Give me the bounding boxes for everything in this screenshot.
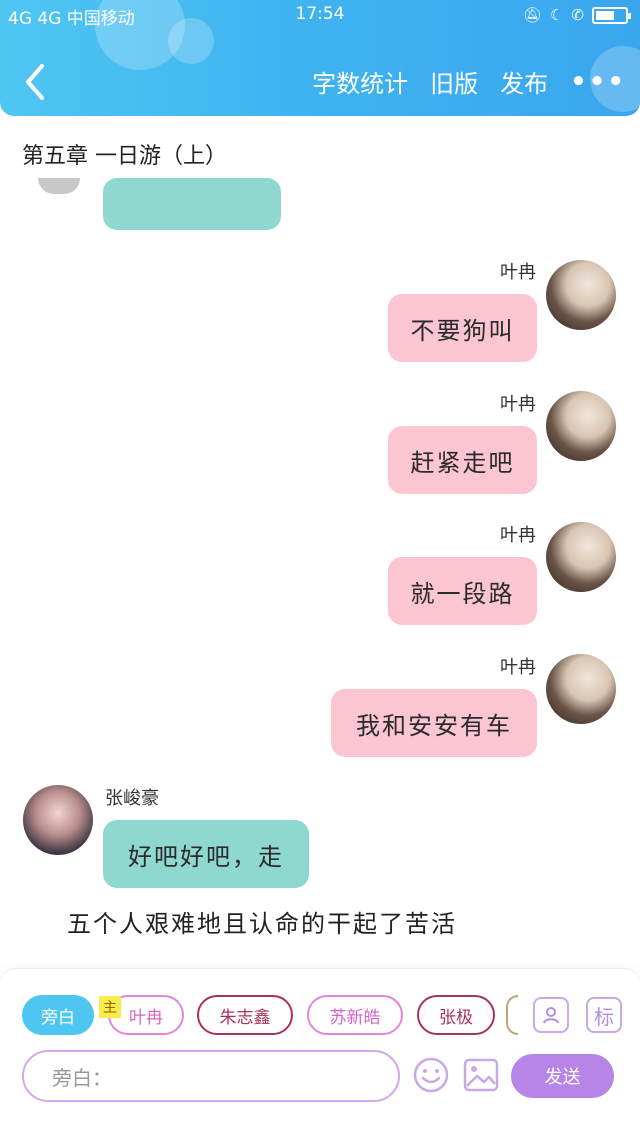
status-bar: 4G 4G 中国移动 17:54 🔕︎ ☾ ✆ [0, 0, 640, 32]
host-badge: 主 [99, 996, 121, 1018]
word-count-button[interactable]: 字数统计 [312, 64, 408, 99]
role-chip-zhangji[interactable]: 张极 [417, 995, 495, 1035]
person-card-icon[interactable] [533, 997, 569, 1033]
mute-icon: 🔕︎ [522, 6, 542, 24]
header-actions: 字数统计 旧版 发布 ••• [312, 64, 626, 99]
image-icon [463, 1058, 499, 1092]
more-menu-button[interactable]: ••• [570, 67, 626, 97]
message-bubble[interactable]: 赶紧走吧 [388, 426, 537, 494]
top-header: 4G 4G 中国移动 17:54 🔕︎ ☾ ✆ 字数统计 旧版 发布 ••• [0, 0, 640, 116]
chapter-title: 第五章 一日游（上） [22, 144, 227, 169]
message-bubble-partial [103, 178, 281, 230]
avatar[interactable] [546, 260, 616, 330]
avatar[interactable] [546, 522, 616, 592]
avatar[interactable] [23, 785, 93, 855]
battery-icon [592, 6, 631, 24]
emoji-button[interactable] [412, 1056, 450, 1094]
avatar[interactable] [546, 654, 616, 724]
publish-button[interactable]: 发布 [500, 64, 548, 99]
narration-text[interactable]: 五个人艰难地且认命的干起了苦活 [67, 904, 457, 939]
message-bubble[interactable]: 不要狗叫 [388, 294, 537, 362]
old-version-button[interactable]: 旧版 [430, 64, 478, 99]
status-icons: 🔕︎ ☾ ✆ [522, 6, 631, 24]
avatar [38, 178, 80, 194]
sender-name: 叶冉 [500, 657, 536, 678]
role-chip-suxinhao[interactable]: 苏新皓 [307, 995, 403, 1035]
message-bubble[interactable]: 就一段路 [388, 557, 537, 625]
message-bubble[interactable]: 我和安安有车 [331, 689, 537, 757]
chevron-left-icon [26, 64, 44, 100]
message-input[interactable]: 旁白： [22, 1050, 400, 1102]
tag-button[interactable]: 标 [586, 997, 622, 1033]
role-chip-overflow[interactable] [506, 995, 518, 1035]
moon-icon: ☾ [549, 6, 564, 24]
sender-name: 张峻豪 [105, 788, 159, 809]
back-button[interactable] [22, 62, 48, 102]
smile-icon [413, 1057, 449, 1093]
hd-call-icon: ✆ [571, 6, 584, 24]
person-card-icon [543, 1007, 559, 1024]
sender-name: 叶冉 [500, 525, 536, 546]
send-button[interactable]: 发送 [511, 1054, 614, 1098]
sender-name: 叶冉 [500, 262, 536, 283]
image-button[interactable] [462, 1056, 500, 1094]
message-bubble[interactable]: 好吧好吧，走 [103, 820, 309, 888]
role-chip-narrator[interactable]: 旁白 [22, 995, 94, 1035]
avatar[interactable] [546, 391, 616, 461]
role-chip-zhuzhixin[interactable]: 朱志鑫 [197, 995, 293, 1035]
sender-name: 叶冉 [500, 394, 536, 415]
